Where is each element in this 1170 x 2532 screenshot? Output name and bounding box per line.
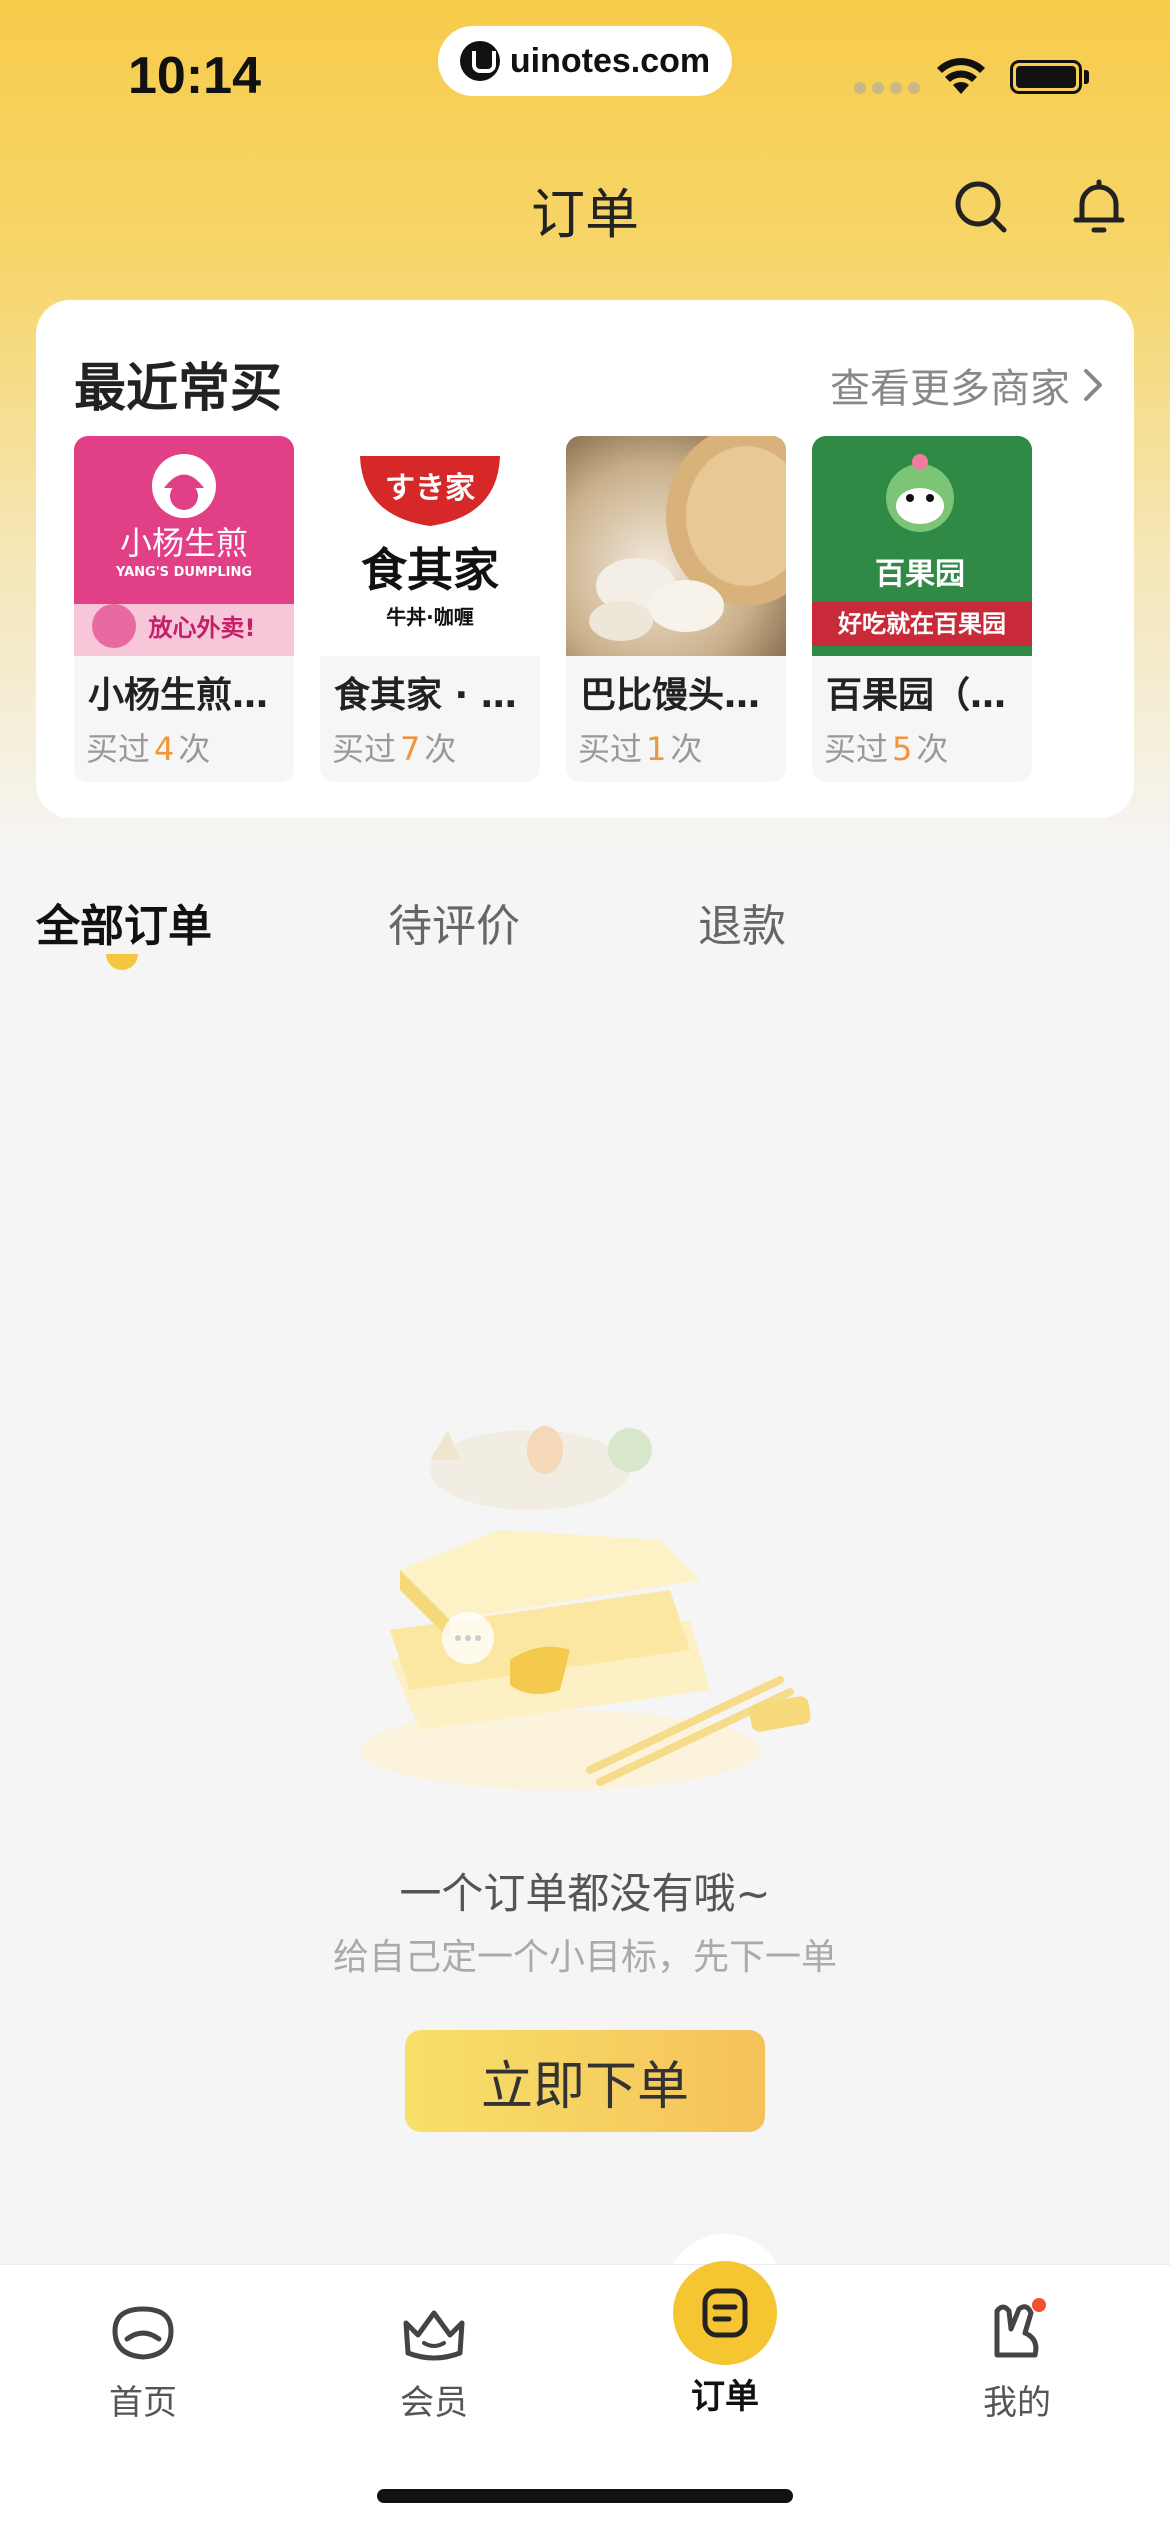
shop-logo-shiqi: すき家 食其家 牛丼·咖喱 [320, 436, 540, 656]
site-logo-icon [459, 41, 500, 81]
tabbar-mine[interactable]: 我的 [927, 2295, 1107, 2424]
shop-name: 巴比馒头… [580, 675, 761, 716]
tab-indicator [106, 954, 138, 970]
url-text: uinotes.com [509, 41, 711, 80]
crown-face-icon [403, 2310, 465, 2361]
shop-purchase-count: 买过 5 次 [824, 730, 949, 768]
shop-name: 食其家 · … [334, 675, 517, 716]
bunny-icon [994, 2298, 1046, 2358]
battery-cap [1084, 70, 1089, 84]
more-shops-label: 查看更多商家 [830, 366, 1070, 412]
recent-shops-card: 最近常买 查看更多商家 小杨生煎 YANG'S DUMPLING 放心外卖! 小… [36, 300, 1134, 818]
shop-purchase-count: 买过 4 次 [86, 730, 211, 768]
shop-card[interactable]: すき家 食其家 牛丼·咖喱 食其家 · … 买过 7 次 [320, 436, 540, 782]
shop-purchase-count: 买过 7 次 [332, 730, 457, 768]
shop-name: 百果园（… [826, 675, 1007, 716]
shop-purchase-count: 买过 1 次 [578, 730, 703, 768]
order-now-button[interactable]: 立即下单 [405, 2030, 765, 2132]
url-pill[interactable]: uinotes.com [438, 26, 732, 96]
svg-text:百果园: 百果园 [875, 557, 965, 592]
bowl-logo-icon: すき家 食其家 牛丼·咖喱 [360, 456, 500, 629]
empty-subtitle: 给自己定一个小目标，先下一单 [332, 1937, 837, 1978]
shop-card[interactable]: 百果园 好吃就在百果园 百果园（… 买过 5 次 [812, 436, 1032, 782]
search-icon[interactable] [950, 176, 1012, 238]
tab-pending-review[interactable]: 待评价 [388, 890, 520, 954]
recent-title: 最近常买 [74, 359, 283, 419]
wifi-icon [937, 58, 985, 94]
tab-refund[interactable]: 退款 [698, 890, 786, 954]
shop-list: 小杨生煎 YANG'S DUMPLING 放心外卖! 小杨生煎… 买过 4 次 すき… [74, 436, 1032, 782]
order-tabs: 全部订单 待评价 退款 [36, 890, 1136, 980]
cellular-signal-icon [854, 82, 920, 94]
tabbar-orders[interactable]: 订单 [635, 2261, 815, 2418]
home-indicator [377, 2489, 793, 2503]
monkey-logo-icon: 百果园 好吃就在百果园 [812, 454, 1032, 646]
svg-text:小杨生煎: 小杨生煎 [120, 524, 248, 562]
shop-logo-baiguo: 百果园 好吃就在百果园 [812, 436, 1032, 656]
home-icon [112, 2306, 174, 2360]
shop-photo-babi [566, 436, 786, 656]
tabbar-home[interactable]: 首页 [53, 2295, 233, 2424]
svg-text:すき家: すき家 [385, 471, 475, 506]
svg-text:好吃就在百果园: 好吃就在百果园 [837, 610, 1006, 638]
empty-box-illustration [360, 1426, 811, 1790]
svg-text:食其家: 食其家 [361, 543, 499, 597]
chevron-right-icon [1084, 369, 1102, 401]
dumpling-logo-icon: 小杨生煎 YANG'S DUMPLING 放心外卖! [74, 454, 294, 656]
svg-text:YANG'S DUMPLING: YANG'S DUMPLING [115, 565, 252, 580]
battery-icon [1010, 60, 1082, 94]
dumpling-photo-icon [589, 436, 786, 641]
orders-active-circle [673, 2261, 777, 2365]
svg-text:牛丼·咖喱: 牛丼·咖喱 [386, 605, 474, 629]
svg-text:放心外卖!: 放心外卖! [148, 614, 256, 642]
status-time: 10:14 [128, 47, 261, 105]
tab-all-orders[interactable]: 全部订单 [36, 890, 212, 954]
shop-card[interactable]: 小杨生煎 YANG'S DUMPLING 放心外卖! 小杨生煎… 买过 4 次 [74, 436, 294, 782]
shop-card[interactable]: 巴比馒头… 买过 1 次 [566, 436, 786, 782]
order-list-icon [702, 2288, 748, 2338]
tabbar-member[interactable]: 会员 [344, 2295, 524, 2424]
more-shops-link[interactable]: 查看更多商家 [830, 356, 1104, 414]
empty-title: 一个订单都没有哦~ [399, 1869, 771, 1918]
shop-name: 小杨生煎… [88, 675, 269, 716]
shop-logo-yang: 小杨生煎 YANG'S DUMPLING 放心外卖! [74, 436, 294, 656]
bell-icon[interactable] [1068, 176, 1130, 238]
status-bar: 10:14 uinotes.com [0, 0, 1170, 140]
